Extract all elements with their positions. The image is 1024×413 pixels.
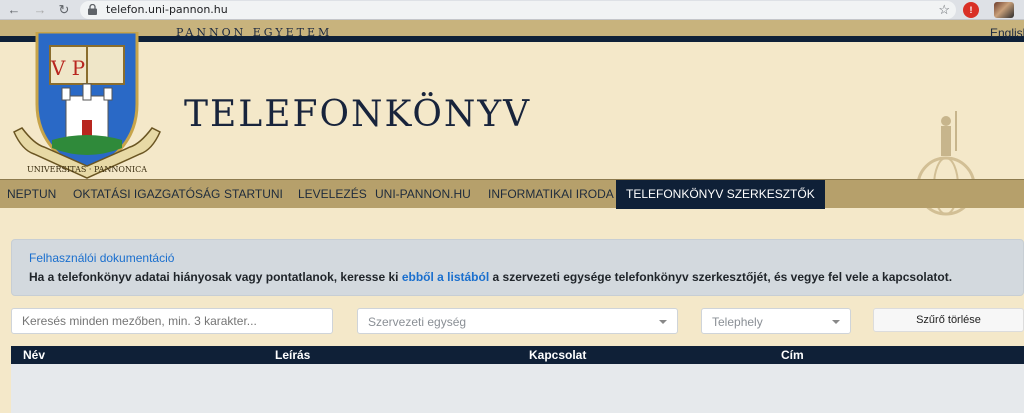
info-text-after: a szervezeti egysége telefonkönyv szerke… [489,270,953,284]
university-crest-logo: V P UNIVERSITAS · PANNONICA [13,32,161,179]
url-text: telefon.uni-pannon.hu [106,3,228,16]
nav-item-oktatasi-igazgatosag[interactable]: OKTATÁSI IGAZGATÓSÁG [73,180,220,209]
info-text-before: Ha a telefonkönyv adatai hiányosak vagy … [29,270,402,284]
organizational-unit-select[interactable]: Szervezeti egység [357,308,678,334]
column-header-contact[interactable]: Kapcsolat [529,348,586,362]
chevron-down-icon [659,320,667,324]
bookmark-star-icon[interactable]: ☆ [938,2,950,18]
search-input[interactable] [11,308,333,334]
table-body [11,364,1024,413]
info-message: Ha a telefonkönyv adatai hiányosak vagy … [29,270,952,284]
nav-item-telefonkonyv-szerkesztok[interactable]: TELEFONKÖNYV SZERKESZTŐK [616,180,825,209]
reload-icon[interactable]: ↻ [56,2,72,18]
back-arrow-icon[interactable]: ← [6,2,22,18]
clear-filter-button[interactable]: Szűrő törlése [873,308,1024,332]
crest-motto: UNIVERSITAS · PANNONICA [27,165,147,174]
organizational-unit-placeholder: Szervezeti egység [368,315,467,329]
info-alert: Felhasználói dokumentáció Ha a telefonkö… [11,239,1024,296]
profile-avatar[interactable] [994,2,1014,18]
column-header-address[interactable]: Cím [781,348,804,362]
column-header-description[interactable]: Leírás [275,348,310,362]
nav-item-levelezes[interactable]: LEVELEZÉS [298,180,367,209]
nav-item-neptun[interactable]: NEPTUN [7,180,56,209]
forward-arrow-icon[interactable]: → [32,2,48,18]
site-select[interactable]: Telephely [701,308,851,334]
main-nav: NEPTUN OKTATÁSI IGAZGATÓSÁG STARTUNI LEV… [0,179,1024,209]
page-title: TELEFONKÖNYV [184,94,532,135]
address-bar[interactable]: telefon.uni-pannon.hu ☆ [80,1,956,19]
nav-item-uni-pannon[interactable]: UNI-PANNON.HU [375,180,471,209]
browser-toolbar: ← → ↻ telefon.uni-pannon.hu ☆ ! [0,0,1024,20]
user-documentation-link[interactable]: Felhasználói dokumentáció [29,251,174,265]
english-link[interactable]: English [990,26,1024,40]
table-header: Név Leírás Kapcsolat Cím [11,346,1024,364]
crest-letter-v: V P [50,56,85,80]
nav-item-informatikai-iroda[interactable]: INFORMATIKAI IRODA [488,180,614,209]
university-name: PANNON EGYETEM [176,26,333,39]
extension-icon[interactable]: ! [963,2,979,18]
lock-icon [88,4,97,15]
contact-list-link[interactable]: ebből a listából [402,270,489,284]
chevron-down-icon [832,320,840,324]
column-header-name[interactable]: Név [23,348,45,362]
nav-item-startuni[interactable]: STARTUNI [224,180,283,209]
site-placeholder: Telephely [712,315,763,329]
